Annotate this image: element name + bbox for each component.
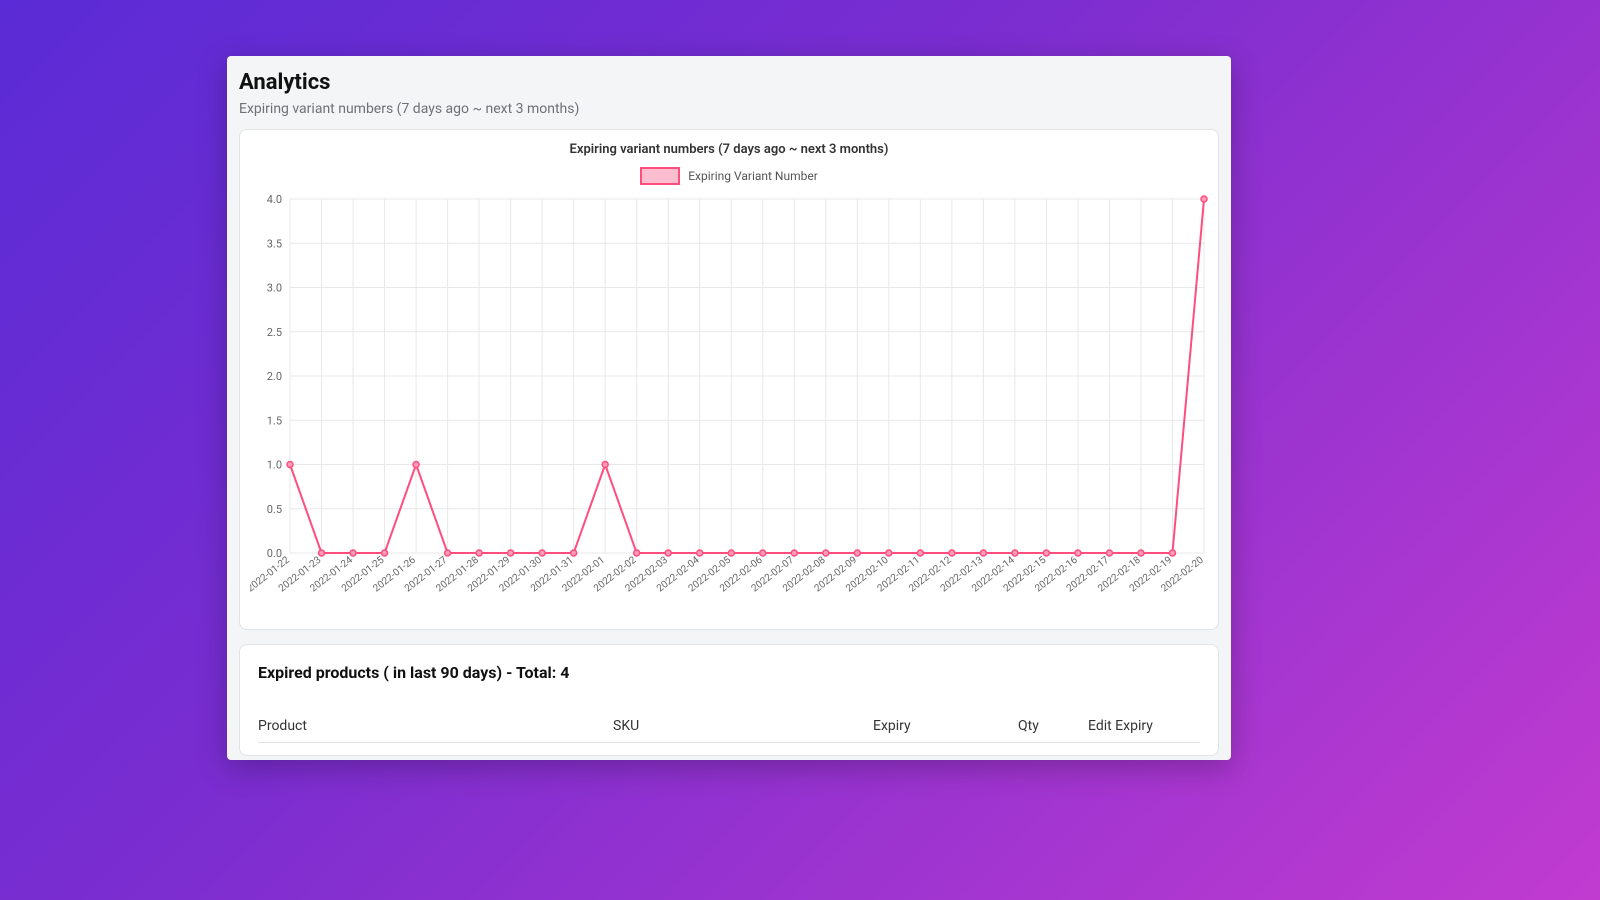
col-qty[interactable]: Qty <box>1018 718 1088 734</box>
col-product[interactable]: Product <box>258 718 613 734</box>
legend-swatch-icon <box>640 167 680 185</box>
col-expiry[interactable]: Expiry <box>873 718 1018 734</box>
gradient-background: Analytics Expiring variant numbers (7 da… <box>0 0 1600 900</box>
expired-products-card: Expired products ( in last 90 days) - To… <box>239 644 1219 756</box>
svg-text:0.5: 0.5 <box>267 503 282 516</box>
legend-label: Expiring Variant Number <box>688 169 818 183</box>
col-sku[interactable]: SKU <box>613 718 873 734</box>
svg-text:2.0: 2.0 <box>267 370 282 383</box>
svg-text:1.5: 1.5 <box>267 414 282 427</box>
chart-legend[interactable]: Expiring Variant Number <box>250 167 1208 185</box>
page-subtitle: Expiring variant numbers (7 days ago ~ n… <box>239 101 1231 117</box>
svg-text:1.0: 1.0 <box>267 459 282 472</box>
line-chart[interactable]: 0.00.51.01.52.02.53.03.54.02022-01-22202… <box>250 191 1210 621</box>
table-header-row: Product SKU Expiry Qty Edit Expiry <box>258 718 1200 743</box>
chart-card: Expiring variant numbers (7 days ago ~ n… <box>239 129 1219 630</box>
svg-text:3.0: 3.0 <box>267 282 282 295</box>
svg-text:2.5: 2.5 <box>267 326 282 339</box>
col-edit-expiry[interactable]: Edit Expiry <box>1088 718 1168 734</box>
svg-text:4.0: 4.0 <box>267 193 282 206</box>
analytics-panel: Analytics Expiring variant numbers (7 da… <box>227 56 1231 760</box>
svg-text:3.5: 3.5 <box>267 237 282 250</box>
chart-title: Expiring variant numbers (7 days ago ~ n… <box>250 142 1208 157</box>
table-title: Expired products ( in last 90 days) - To… <box>258 663 1200 682</box>
page-title: Analytics <box>239 70 1231 95</box>
